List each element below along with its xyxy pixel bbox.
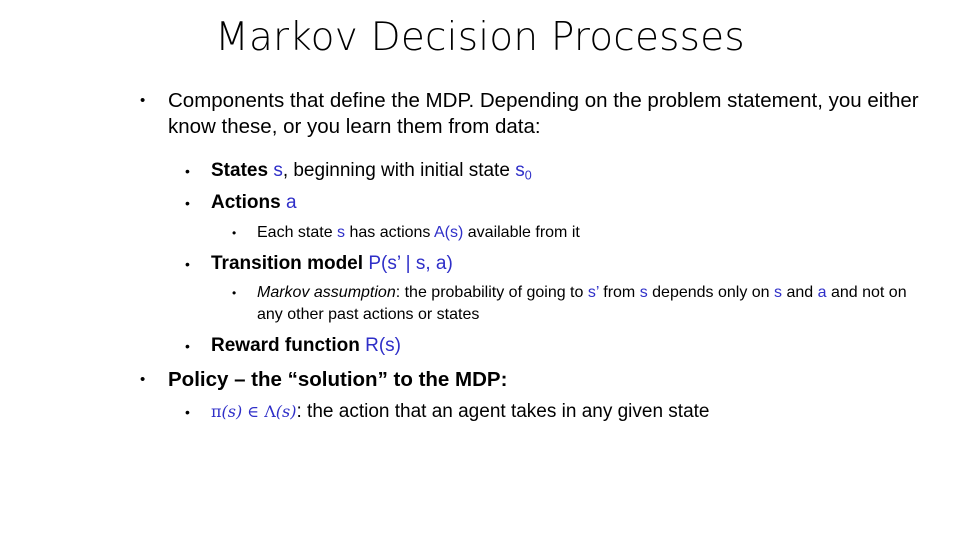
bullet-policy-definition-text: π(s) ∈ Λ(s): the action that an agent ta…	[211, 399, 930, 425]
bullet-policy-definition: • π(s) ∈ Λ(s): the action that an agent …	[185, 399, 930, 425]
bullet-actions-text: Actions a	[211, 190, 930, 216]
markov-var-s: s	[639, 283, 648, 301]
bullet-transition-model: • Transition model P(s’ | s, a)	[185, 251, 930, 277]
transition-label: Transition model	[211, 252, 364, 274]
bullet-marker-icon: •	[232, 285, 237, 300]
bullet-reward-function: • Reward function R(s)	[185, 333, 930, 359]
each-mid: has actions	[345, 223, 434, 241]
markov-label: Markov assumption	[257, 283, 396, 301]
bullet-markov-text: Markov assumption: the probability of go…	[257, 282, 930, 326]
bullet-marker-icon: •	[185, 403, 190, 420]
markov-var-s-prime: s’	[587, 283, 599, 301]
pi-symbol: π	[211, 401, 222, 421]
slide-title: Markov Decision Processes	[215, 15, 745, 60]
each-pre: Each state	[257, 223, 338, 241]
markov-part1: : the probability of going to	[395, 283, 588, 301]
bullet-marker-icon: •	[185, 163, 190, 179]
bullet-each-state-text: Each state s has actions A(s) available …	[257, 222, 930, 244]
markov-var-s2: s	[774, 283, 783, 301]
bullet-marker-icon: •	[185, 194, 190, 211]
each-var-as: A(s)	[434, 223, 464, 241]
markov-var-a: a	[817, 283, 827, 301]
slide-body: • Components that define the MDP. Depend…	[140, 88, 930, 425]
states-mid: , beginning with initial state	[282, 160, 516, 181]
bullet-policy: • Policy – the “solution” to the MDP:	[140, 367, 930, 393]
bullet-components-text: Components that define the MDP. Dependin…	[168, 89, 919, 138]
markov-part2: from	[598, 283, 640, 301]
bullet-transition-text: Transition model P(s’ | s, a)	[211, 251, 930, 277]
actions-label: Actions	[211, 191, 281, 213]
bullet-marker-icon: •	[140, 370, 146, 388]
states-label: States	[211, 160, 269, 181]
bullet-marker-icon: •	[185, 255, 190, 272]
bullet-states: • States s, beginning with initial state…	[185, 158, 930, 189]
states-initial-subscript: 0	[524, 168, 532, 183]
reward-formula: R(s)	[365, 334, 402, 356]
markov-part4: and	[782, 283, 818, 301]
bullet-actions: • Actions a	[185, 190, 930, 216]
actions-var: a	[285, 191, 297, 213]
lambda-argument: (s)	[275, 401, 297, 421]
pi-description: the action that an agent takes in any gi…	[301, 400, 710, 422]
element-of-icon: ∈	[242, 401, 265, 421]
states-initial-symbol: s	[515, 160, 525, 181]
bullet-components: • Components that define the MDP. Depend…	[140, 88, 930, 140]
bullet-marker-icon: •	[185, 337, 190, 354]
each-var-s: s	[337, 223, 346, 241]
states-initial-var: s0	[515, 160, 532, 183]
bullet-marker-icon: •	[140, 92, 146, 109]
markov-part3: depends only on	[647, 283, 775, 301]
states-var: s	[273, 160, 283, 181]
bullet-marker-icon: •	[232, 225, 237, 240]
slide-canvas: Markov Decision Processes • Components t…	[0, 0, 960, 540]
lambda-symbol: Λ	[264, 401, 276, 421]
bullet-reward-text: Reward function R(s)	[211, 333, 930, 359]
bullet-each-state: • Each state s has actions A(s) availabl…	[232, 222, 930, 244]
bullet-markov-assumption: • Markov assumption: the probability of …	[232, 282, 930, 326]
reward-label: Reward function	[211, 334, 360, 356]
bullet-policy-text: Policy – the “solution” to the MDP:	[168, 367, 508, 391]
each-post: available from it	[463, 223, 580, 241]
pi-argument: (s)	[221, 401, 243, 421]
bullet-states-text: States s, beginning with initial state s…	[211, 158, 930, 189]
transition-formula: P(s’ | s, a)	[368, 252, 453, 274]
